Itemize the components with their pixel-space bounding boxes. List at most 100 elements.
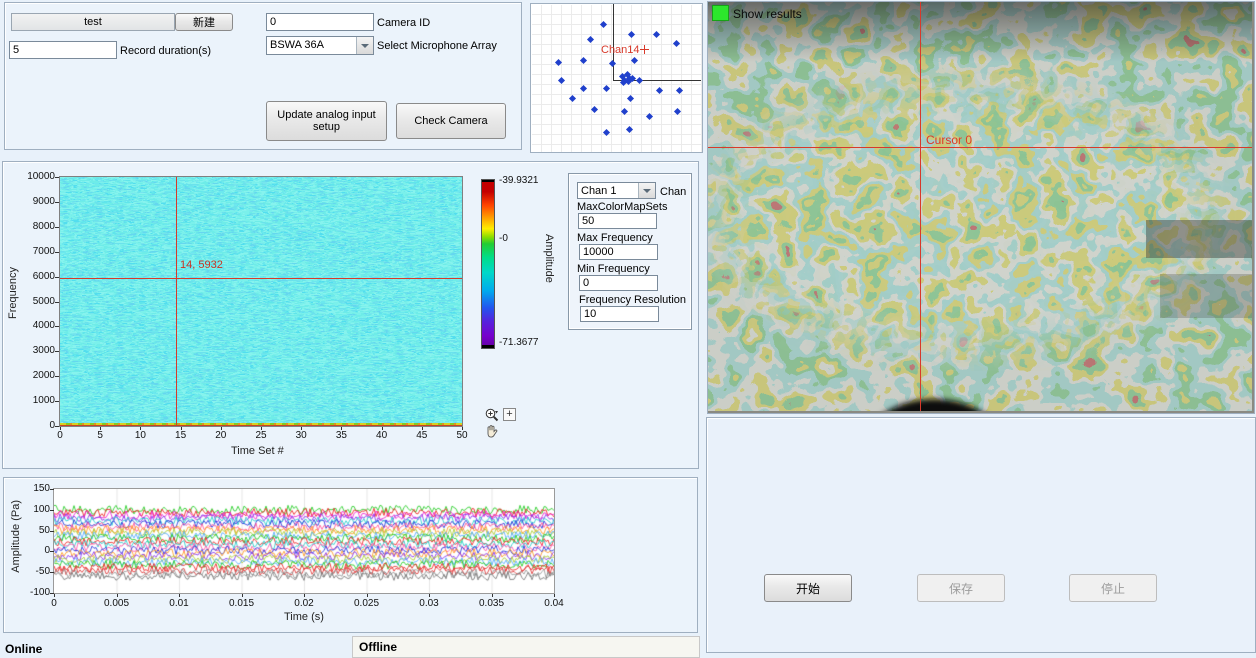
spectrogram-ytick: 3000: [11, 345, 55, 356]
mic-dot: [646, 113, 653, 120]
mic-dot: [603, 129, 610, 136]
spectrogram-cursor-hline[interactable]: [60, 278, 462, 279]
max-frequency-label: Max Frequency: [577, 232, 653, 244]
status-online: Online: [5, 642, 42, 656]
acoustic-camera-app: { "window": { "background": "#e8f1fa", "…: [0, 0, 1256, 658]
spectrogram-xtick: 10: [125, 430, 155, 441]
mic-array-dropdown[interactable]: BSWA 36A: [266, 36, 374, 55]
mic-dot: [673, 40, 680, 47]
status-offline: Offline: [359, 640, 397, 654]
tick: [429, 594, 430, 597]
tick: [55, 326, 59, 327]
min-frequency-label: Min Frequency: [577, 263, 650, 275]
tick: [301, 427, 302, 430]
pan-tool-icon[interactable]: [484, 424, 499, 439]
save-button[interactable]: 保存: [917, 574, 1005, 602]
spectrogram-xtick: 15: [166, 430, 196, 441]
tick: [50, 572, 54, 573]
spectrogram-xtick: 50: [447, 430, 477, 441]
min-frequency-input[interactable]: [579, 275, 658, 291]
mic-dot: [558, 77, 565, 84]
mic-dot: [674, 108, 681, 115]
waveform-plot[interactable]: [53, 488, 555, 594]
spectrogram-ytick: 2000: [11, 370, 55, 381]
spectrogram-xtick: 25: [246, 430, 276, 441]
analysis-settings-box: Chan 1 Chan MaxColorMapSets Max Frequenc…: [568, 173, 692, 330]
spectrogram-ytick: 8000: [11, 221, 55, 232]
mic-dot: [603, 85, 610, 92]
chevron-down-icon[interactable]: [356, 37, 373, 54]
camera-cursor-label: Cursor 0: [926, 133, 972, 147]
max-frequency-input[interactable]: [579, 244, 658, 260]
tick: [140, 427, 141, 430]
tick: [50, 531, 54, 532]
mic-dot: [587, 36, 594, 43]
tick: [60, 427, 61, 430]
zoom-tool-icon[interactable]: [484, 407, 500, 423]
tick: [55, 351, 59, 352]
waveform-xtick: 0.01: [159, 598, 199, 609]
show-results-led[interactable]: [712, 5, 729, 21]
chevron-down-icon[interactable]: [638, 183, 655, 198]
waveform-xtick: 0.015: [222, 598, 262, 609]
show-results-label: Show results: [733, 7, 802, 21]
waveform-xtick: 0.04: [534, 598, 574, 609]
tick: [117, 594, 118, 597]
spectrogram-cursor-vline[interactable]: [176, 177, 177, 426]
spectrogram-ytick: 7000: [11, 246, 55, 257]
spectrogram-xtick: 35: [326, 430, 356, 441]
tick: [221, 427, 222, 430]
cursor-tool-icon[interactable]: +: [503, 408, 516, 421]
update-analog-input-button[interactable]: Update analog input setup: [266, 101, 387, 141]
tick: [382, 427, 383, 430]
tick: [341, 427, 342, 430]
colorbar-mid-label: -0: [499, 233, 508, 244]
start-button[interactable]: 开始: [764, 574, 852, 602]
amplitude-colorbar[interactable]: [481, 179, 495, 349]
tick: [100, 427, 101, 430]
frequency-resolution-input[interactable]: [580, 306, 659, 322]
mic-dot: [627, 95, 634, 102]
tick: [55, 252, 59, 253]
mic-dot: [621, 108, 628, 115]
record-duration-label: Record duration(s): [120, 45, 211, 57]
check-camera-button[interactable]: Check Camera: [396, 103, 506, 139]
beamforming-overlay-image: [708, 2, 1252, 411]
frequency-resolution-label: Frequency Resolution: [579, 294, 686, 306]
camera-id-input[interactable]: [266, 13, 374, 31]
channel-label: Chan: [660, 186, 686, 198]
camera-view-panel[interactable]: Cursor 0 Show results: [707, 1, 1255, 414]
tick: [554, 594, 555, 597]
spectrogram-xtick: 40: [367, 430, 397, 441]
mic-dot: [653, 31, 660, 38]
spectrogram-xlabel: Time Set #: [231, 445, 284, 457]
spectrogram-image: [60, 177, 462, 426]
spectrogram-ytick: 4000: [11, 320, 55, 331]
spectrogram-ytick: 5000: [11, 296, 55, 307]
mic-dot: [555, 59, 562, 66]
waveform-xtick: 0.035: [472, 598, 512, 609]
mic-dot: [631, 57, 638, 64]
tick: [55, 302, 59, 303]
waveform-xtick: 0.03: [409, 598, 449, 609]
max-colormap-input[interactable]: [578, 213, 657, 229]
camera-cursor-vline[interactable]: [920, 2, 921, 411]
waveform-panel: Amplitude (Pa) Time (s) 150100500-50-100…: [3, 477, 698, 633]
spectrogram-plot[interactable]: 14, 5932: [59, 176, 463, 427]
spectrogram-ytick: 1000: [11, 395, 55, 406]
test-name-selector[interactable]: test: [11, 13, 175, 31]
waveform-ytick: 150: [12, 483, 50, 494]
stop-button[interactable]: 停止: [1069, 574, 1157, 602]
record-duration-input[interactable]: [9, 41, 117, 59]
mic-dot: [636, 77, 643, 84]
channel-dropdown[interactable]: Chan 1: [577, 182, 656, 199]
tick: [54, 594, 55, 597]
mic-array-plot[interactable]: Chan14: [530, 3, 703, 153]
mic-cursor-cross-icon[interactable]: [640, 45, 649, 54]
camera-cursor-hline[interactable]: [708, 147, 1252, 148]
waveform-xtick: 0.005: [97, 598, 137, 609]
mic-dot: [626, 126, 633, 133]
tick: [55, 401, 59, 402]
new-test-button[interactable]: 新建: [175, 13, 233, 31]
waveform-xtick: 0.02: [284, 598, 324, 609]
